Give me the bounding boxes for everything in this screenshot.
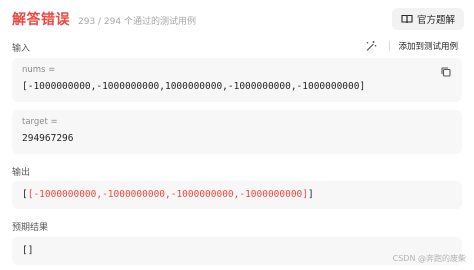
- expected-value: []: [22, 245, 34, 256]
- watermark: CSDN @奔跑的废柴: [392, 254, 466, 263]
- output-card: [[-1000000000,-1000000000,-1000000000,-1…: [12, 181, 462, 209]
- action-divider: [389, 41, 391, 51]
- output-section-label: 输出: [12, 168, 31, 178]
- expected-section-label: 预期结果: [12, 223, 49, 233]
- magic-wand-icon[interactable]: [365, 40, 377, 52]
- official-solution-button[interactable]: 官方题解: [392, 8, 464, 30]
- result-header: 解答错误 293 / 294 个通过的测试用例 官方题解: [12, 8, 464, 30]
- official-solution-label: 官方题解: [416, 15, 455, 26]
- nums-card: nums = [-1000000000,-1000000000,10000000…: [12, 58, 462, 102]
- output-value: [[-1000000000,-1000000000,-1000000000,-1…: [22, 189, 314, 200]
- nums-value: [-1000000000,-1000000000,1000000000,-100…: [22, 81, 366, 92]
- add-to-testcase-button[interactable]: 添加到测试用例: [398, 40, 458, 52]
- target-value: 294967296: [22, 133, 74, 144]
- copy-icon[interactable]: [440, 66, 452, 78]
- passed-count: 293 / 294 个通过的测试用例: [78, 16, 196, 27]
- input-section-label: 输入: [12, 44, 31, 54]
- output-diff-value: [-1000000000,-1000000000,-1000000000,-10…: [27, 189, 308, 200]
- result-status: 解答错误: [12, 12, 70, 28]
- nums-label: nums =: [22, 65, 56, 75]
- output-close-bracket: ]: [308, 189, 314, 200]
- book-icon: [401, 14, 413, 24]
- target-label: target =: [22, 117, 58, 127]
- input-actions: 添加到测试用例: [365, 40, 458, 52]
- target-card: target = 294967296: [12, 110, 462, 154]
